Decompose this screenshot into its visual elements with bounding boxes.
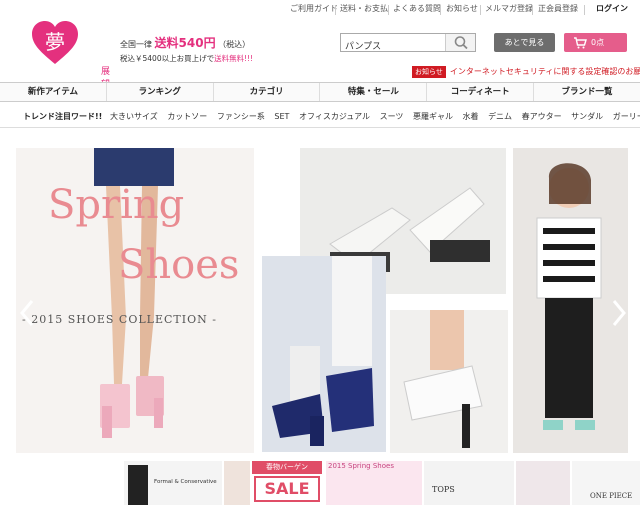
thumb-girls[interactable]: [516, 461, 570, 505]
free-shipping-highlight: 送料無料!!!: [214, 54, 254, 63]
thumb-one-piece[interactable]: ONE PIECE: [572, 461, 640, 505]
free-shipping-condition: 税込￥5400以上お買上げで: [120, 54, 215, 63]
news-link[interactable]: お知らせ: [446, 3, 478, 14]
notice-badge: お知らせ: [412, 65, 446, 78]
hero-photo-navy-pumps: [262, 256, 386, 452]
thumb-spring-shoes[interactable]: 2015 Spring Shoes: [326, 461, 422, 505]
trend-word[interactable]: 春アウター: [522, 112, 562, 121]
register-link[interactable]: 正会員登録: [538, 3, 578, 14]
security-notice[interactable]: お知らせ インターネットセキュリティに関する設定確認のお願い: [412, 61, 640, 80]
shipping-prefix: 全国一律: [120, 40, 152, 49]
cart-button[interactable]: 0点: [564, 33, 627, 52]
nav-features-sale[interactable]: 特集・セール: [320, 83, 428, 101]
faq-link[interactable]: よくある質問: [393, 3, 441, 14]
utility-nav: ご利用ガイド 送料・お支払 よくある質問 お知らせ メルマガ登録 正会員登録 ロ…: [0, 3, 640, 19]
hero-title-spring: Spring: [48, 182, 185, 228]
cart-count: 0点: [591, 38, 605, 47]
trend-word[interactable]: 水着: [463, 112, 479, 121]
trend-word[interactable]: デニム: [488, 112, 512, 121]
heart-logo-icon: 夢: [32, 21, 78, 64]
thumb-model[interactable]: [224, 461, 250, 505]
guide-link[interactable]: ご利用ガイド: [290, 3, 338, 14]
notice-text: インターネットセキュリティに関する設定確認のお願い: [449, 67, 640, 76]
main-nav: 新作アイテム ランキング カテゴリ 特集・セール コーディネート ブランド一覧: [0, 82, 640, 102]
sale-banner-text: SALE: [254, 476, 320, 502]
shipping-info: 全国一律 送料540円 （税込） 税込￥5400以上お買上げで送料無料!!!: [120, 34, 253, 64]
tops-label: TOPS: [432, 485, 455, 494]
trend-word[interactable]: ファンシー系: [217, 112, 265, 121]
search-box: [340, 33, 476, 54]
nav-brands[interactable]: ブランド一覧: [534, 83, 640, 101]
carousel-next-button[interactable]: [610, 298, 628, 328]
trend-bar: トレンド注目ワード!! 大きいサイズ カットソー ファンシー系 SET オフィス…: [0, 102, 640, 128]
thumb-formal-label: Formal & Conservative: [154, 479, 217, 485]
logo-glyph: 夢: [45, 30, 65, 54]
search-button[interactable]: [445, 34, 475, 51]
nav-ranking[interactable]: ランキング: [107, 83, 214, 101]
nav-new-items[interactable]: 新作アイテム: [0, 83, 107, 101]
chevron-left-icon: [20, 300, 34, 326]
chevron-right-icon: [612, 300, 626, 326]
site-logo[interactable]: 夢 展望: [30, 18, 114, 90]
trend-word[interactable]: カットソー: [167, 112, 207, 121]
carousel-prev-button[interactable]: [18, 298, 36, 328]
search-icon: [454, 36, 468, 50]
shipping-fee: 送料540円: [154, 36, 216, 50]
trend-word[interactable]: SET: [274, 112, 289, 121]
hero-subtitle: - 2015 SHOES COLLECTION -: [22, 313, 217, 326]
cart-icon: [574, 37, 587, 49]
trend-words: 大きいサイズ カットソー ファンシー系 SET オフィスカジュアル スーツ 悪羅…: [110, 111, 640, 122]
trend-word[interactable]: 悪羅ギャル: [413, 112, 453, 121]
one-piece-label: ONE PIECE: [590, 492, 633, 500]
login-link[interactable]: ログイン: [596, 3, 628, 14]
thumb-spring-sale[interactable]: 春物バーゲン SALE: [252, 461, 324, 505]
trend-word[interactable]: 大きいサイズ: [110, 112, 158, 121]
thumb-tops[interactable]: TOPS: [424, 461, 514, 505]
trend-word[interactable]: オフィスカジュアル: [299, 112, 370, 121]
nav-category[interactable]: カテゴリ: [214, 83, 321, 101]
sale-banner-top: 春物バーゲン: [252, 461, 322, 474]
trend-word[interactable]: スーツ: [380, 112, 404, 121]
hero-banner[interactable]: Spring Shoes - 2015 SHOES COLLECTION -: [0, 145, 640, 455]
trend-label: トレンド注目ワード!!: [23, 112, 103, 121]
trend-word[interactable]: サンダル: [571, 112, 603, 121]
newsletter-link[interactable]: メルマガ登録: [485, 3, 533, 14]
nav-coordinate[interactable]: コーディネート: [427, 83, 535, 101]
view-later-button[interactable]: あとで見る: [494, 33, 555, 52]
spring-shoes-label: 2015 Spring Shoes: [328, 462, 394, 470]
thumb-formal[interactable]: Formal & Conservative: [124, 461, 222, 505]
hero-photo-white-mules: [390, 310, 508, 453]
shipping-link[interactable]: 送料・お支払: [340, 3, 388, 14]
shipping-tax-note: （税込）: [218, 40, 251, 49]
promo-thumbnails: Formal & Conservative 春物バーゲン SALE 2015 S…: [124, 461, 640, 505]
hero-title-shoes: Shoes: [118, 242, 240, 288]
search-input[interactable]: [341, 37, 447, 54]
trend-word[interactable]: ガーリーワンピ: [613, 112, 640, 121]
